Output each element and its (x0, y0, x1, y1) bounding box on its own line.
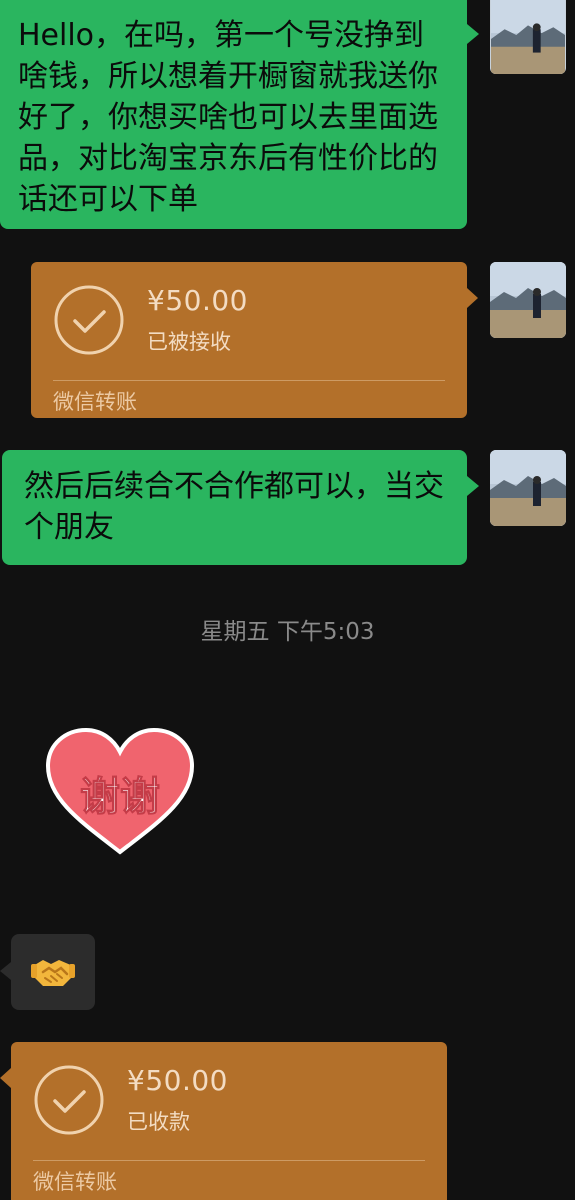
sticker-text: 谢谢 (80, 774, 160, 820)
message-text: 然后后续合不合作都可以，当交个朋友 (24, 469, 444, 545)
transfer-status: 已被接收 (147, 330, 231, 354)
thanks-heart-sticker[interactable]: 谢谢 (44, 728, 196, 856)
handshake-icon (31, 960, 75, 986)
message-bubble-self[interactable]: 然后后续合不合作都可以，当交个朋友 (2, 450, 479, 565)
message-bubble-self[interactable]: Hello，在吗，第一个号没挣到啥钱，所以想着开橱窗就我送你好了，你想买啥也可以… (0, 0, 479, 229)
avatar-photo (491, 0, 565, 74)
message-bubble-other[interactable] (0, 934, 95, 1010)
message-text: Hello，在吗，第一个号没挣到啥钱，所以想着开橱窗就我送你好了，你想买啥也可以… (18, 18, 438, 217)
avatar-photo (490, 450, 566, 526)
transfer-card-sent[interactable]: ¥50.00 已被接收 微信转账 (31, 262, 478, 418)
check-circle-icon (54, 285, 124, 355)
transfer-footer: 微信转账 (33, 1170, 117, 1194)
transfer-card-received[interactable]: ¥50.00 已收款 微信转账 (0, 1042, 447, 1200)
avatar-photo (490, 262, 566, 338)
divider (53, 380, 445, 381)
divider (33, 1160, 425, 1161)
transfer-amount: ¥50.00 (127, 1064, 228, 1097)
avatar[interactable] (490, 450, 566, 526)
transfer-footer: 微信转账 (53, 390, 137, 414)
check-circle-icon (34, 1065, 104, 1135)
avatar[interactable] (490, 0, 566, 74)
avatar[interactable] (490, 262, 566, 338)
transfer-amount: ¥50.00 (147, 284, 248, 317)
chat-timestamp: 星期五 下午5:03 (200, 619, 375, 645)
transfer-status: 已收款 (127, 1110, 190, 1134)
